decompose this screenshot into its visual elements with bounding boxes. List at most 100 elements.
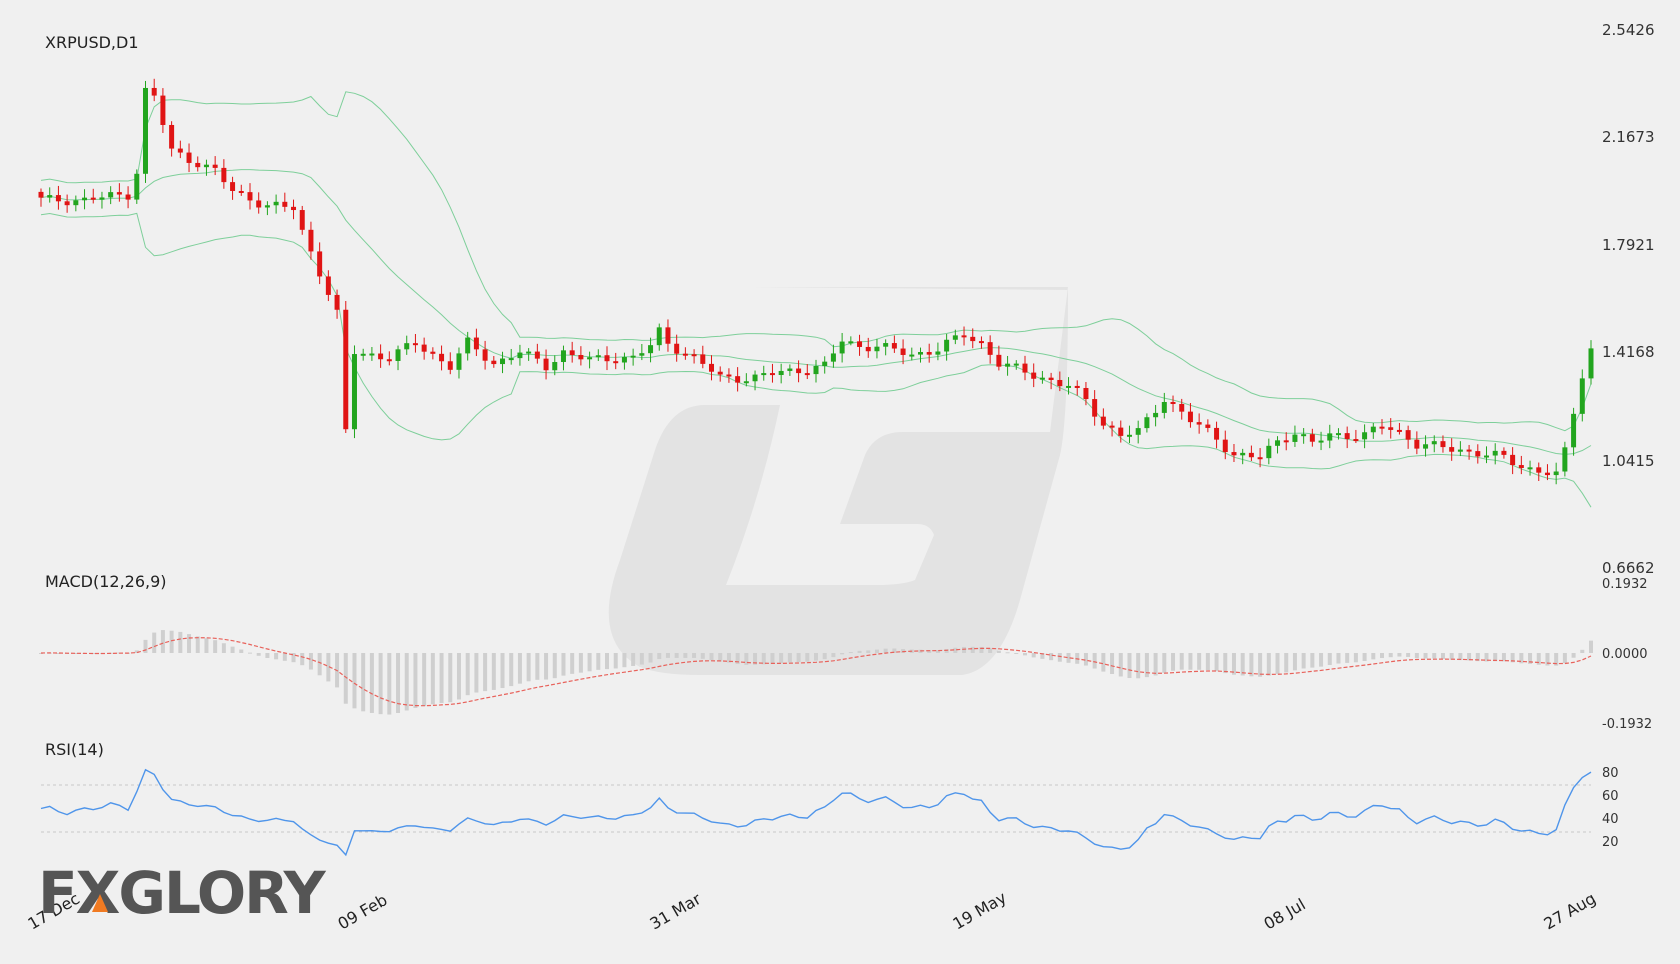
macd-histogram-bar <box>613 653 618 669</box>
candle-body <box>787 368 793 371</box>
candle-body <box>1248 452 1254 458</box>
candle-body <box>1013 363 1019 366</box>
candle-body <box>813 366 819 375</box>
candle-body <box>769 373 775 376</box>
candle-body <box>465 337 471 354</box>
macd-histogram-bar <box>587 653 592 672</box>
candle-body <box>456 353 462 370</box>
price-tick-label: 1.4168 <box>1602 343 1655 361</box>
candle-body <box>1335 433 1341 436</box>
candle-body <box>169 124 175 149</box>
candle-body <box>500 358 506 365</box>
macd-histogram-bar <box>1397 653 1402 657</box>
macd-histogram-bar <box>779 653 784 664</box>
macd-histogram-bar <box>1414 653 1419 659</box>
candle-body <box>1309 434 1315 442</box>
macd-histogram-bar <box>1214 653 1219 672</box>
x-tick-label: 08 Jul <box>1261 895 1309 934</box>
candle-body <box>1205 424 1211 428</box>
candle-body <box>1518 465 1524 469</box>
candle-body <box>970 336 976 342</box>
candle-body <box>395 349 401 361</box>
candle-body <box>1074 385 1080 388</box>
macd-histogram-bar <box>448 653 453 703</box>
candle-body <box>900 348 906 355</box>
macd-histogram-bar <box>1223 653 1228 674</box>
macd-histogram-bar <box>221 643 226 653</box>
candle-body <box>421 344 427 352</box>
candle-body <box>648 345 654 354</box>
macd-histogram-bar <box>1005 652 1010 654</box>
candle-body <box>186 152 192 163</box>
x-tick-label: 27 Aug <box>1541 889 1600 934</box>
candle-body <box>726 374 732 377</box>
candle-body <box>116 192 122 195</box>
macd-histogram-bar <box>265 653 270 658</box>
candle-body <box>1466 449 1472 452</box>
candle-body <box>1048 377 1054 380</box>
macd-histogram-bar <box>474 653 479 693</box>
candle-body <box>848 341 854 344</box>
candle-body <box>796 368 802 374</box>
macd-histogram-bar <box>1327 653 1332 665</box>
macd-histogram-bar <box>1049 653 1054 661</box>
candle-body <box>1370 426 1376 433</box>
candle-body <box>369 353 375 356</box>
candle-body <box>1484 455 1490 458</box>
candle-body <box>404 343 410 350</box>
candle-body <box>1214 427 1220 440</box>
candle-body <box>82 197 88 201</box>
brand-logo: FXGLORY <box>38 859 329 927</box>
candle-body <box>291 206 297 211</box>
candle-body <box>378 353 384 360</box>
candle-body <box>1301 434 1307 437</box>
candle-body <box>630 355 636 358</box>
macd-histogram-bar <box>1188 653 1193 670</box>
macd-histogram-bar <box>160 630 165 653</box>
macd-histogram-bar <box>213 640 218 653</box>
macd-histogram-bar <box>1014 653 1019 654</box>
candle-body <box>221 167 227 183</box>
price-chart[interactable]: XRPUSD,D1 MACD(12,26,9) RSI(14) 2.5426 2… <box>0 0 1680 960</box>
candle-body <box>761 373 767 376</box>
candle-body <box>752 374 758 382</box>
bollinger-bands <box>40 91 1592 508</box>
macd-histogram-bar <box>152 632 157 653</box>
candle-body <box>1126 434 1132 437</box>
candle-body <box>1196 422 1202 425</box>
macd-histogram-bar <box>1127 653 1132 679</box>
candle-body <box>691 354 697 357</box>
macd-histogram-bar <box>631 653 636 666</box>
macd-histogram-bar <box>665 653 670 658</box>
candle-body <box>1344 433 1350 440</box>
macd-histogram-bar <box>605 653 610 670</box>
candle-body <box>108 192 114 198</box>
macd-histogram-bar <box>735 653 740 665</box>
candle-body <box>883 343 889 347</box>
macd-histogram-bar <box>500 653 505 689</box>
candle-body <box>1536 467 1542 473</box>
candle-body <box>682 353 688 356</box>
macd-histogram-bar <box>413 653 418 708</box>
candle-body <box>1153 412 1159 418</box>
candle-body <box>1562 447 1568 472</box>
macd-histogram-bar <box>404 653 409 711</box>
candle-body <box>360 353 366 356</box>
macd-histogram-bar <box>1319 653 1324 667</box>
macd-histogram-bar <box>535 653 540 680</box>
candle-body <box>1431 441 1437 445</box>
macd-histogram-bar <box>1345 653 1350 663</box>
macd-histogram-bar <box>1022 653 1027 656</box>
macd-histogram-bar <box>700 653 705 659</box>
macd-histogram-bar <box>1179 653 1184 670</box>
macd-histogram-bar <box>300 653 305 666</box>
candle-body <box>1492 450 1498 456</box>
candle-body <box>1318 440 1324 443</box>
macd-histogram-bar <box>1301 653 1306 669</box>
candle-body <box>212 164 218 168</box>
candle-body <box>1135 428 1141 435</box>
macd-histogram-bar <box>1432 653 1437 659</box>
candle-body <box>1144 417 1150 429</box>
macd-histogram-bar <box>439 653 444 703</box>
candle-body <box>1231 452 1237 456</box>
